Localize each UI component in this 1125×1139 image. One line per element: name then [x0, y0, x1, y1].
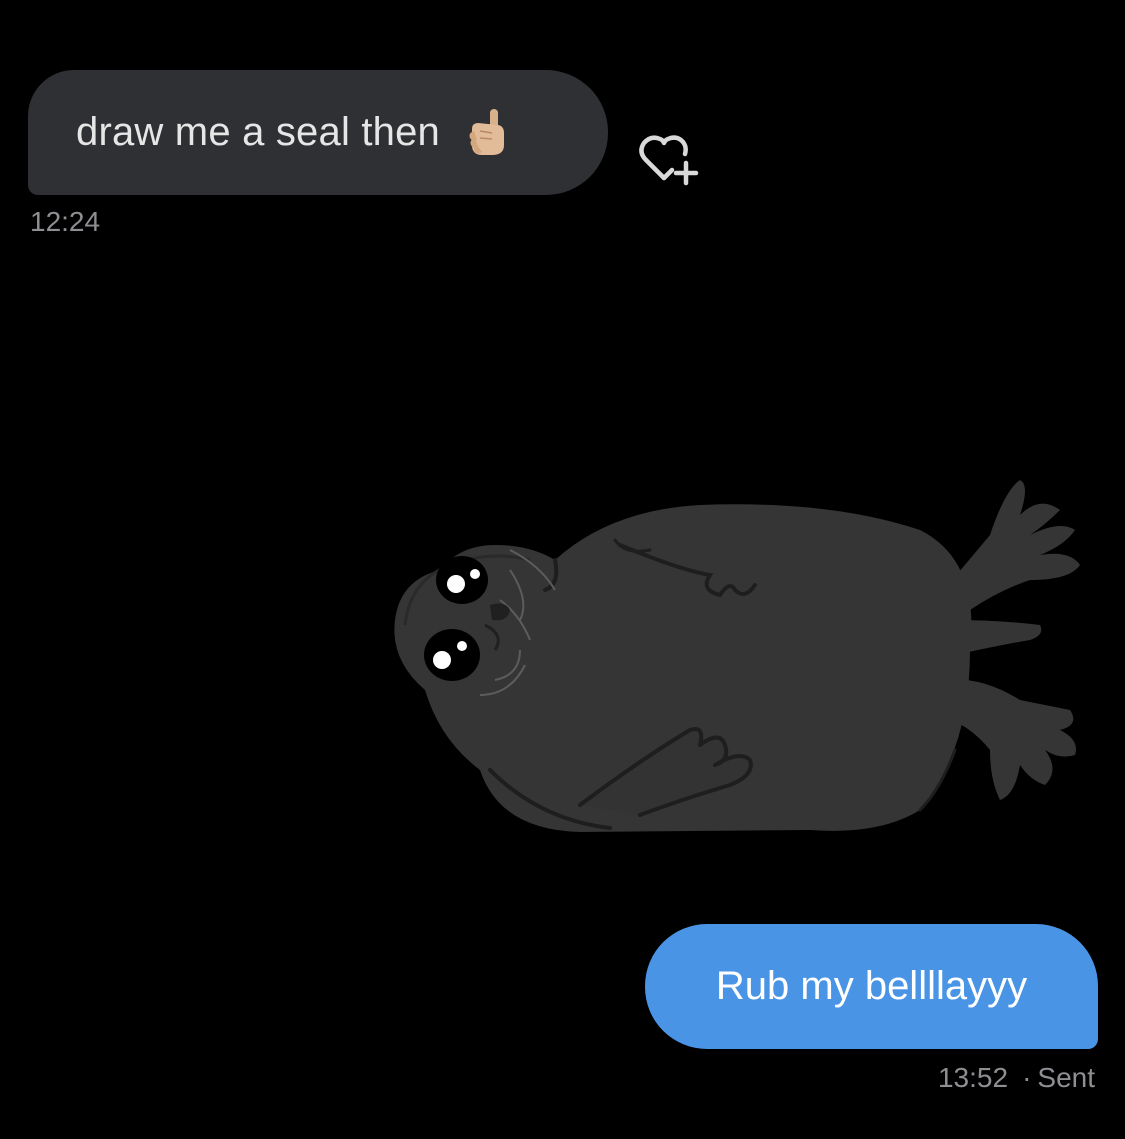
seal-drawing-image[interactable]	[380, 450, 1100, 850]
incoming-message-text: draw me a seal then	[76, 110, 440, 154]
heart-plus-icon[interactable]	[636, 128, 706, 190]
sent-status-label: Sent	[1037, 1062, 1095, 1093]
incoming-timestamp: 12:24	[30, 206, 101, 237]
pointing-up-hand-icon	[469, 108, 504, 155]
incoming-message-bubble[interactable]: draw me a seal then	[28, 70, 608, 195]
outgoing-message-text: Rub my bellllayyy	[715, 964, 1028, 1008]
outgoing-timestamp: 13:52	[937, 1062, 1009, 1093]
outgoing-message-status: 13:52 · Sent	[938, 1062, 1095, 1094]
status-separator: ·	[1022, 1062, 1032, 1093]
outgoing-message-bubble[interactable]: Rub my bellllayyy	[645, 924, 1098, 1049]
